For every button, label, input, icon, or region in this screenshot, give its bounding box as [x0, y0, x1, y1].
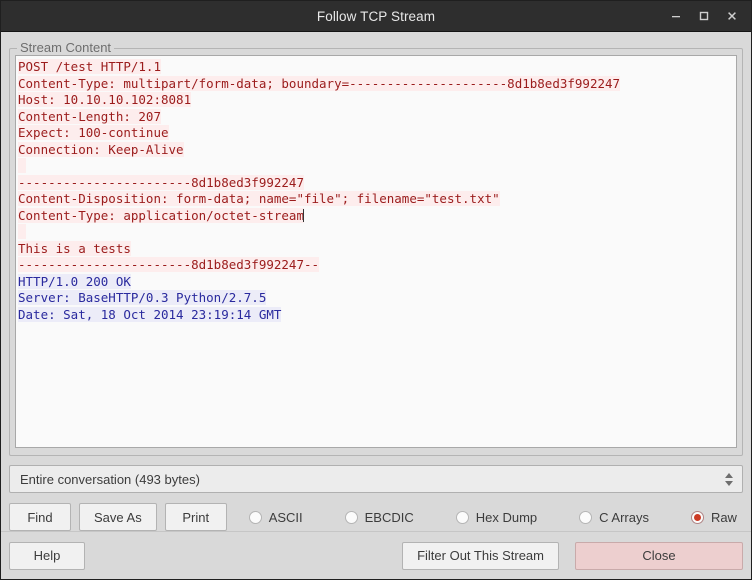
- stream-line-text: Connection: Keep-Alive: [18, 141, 184, 157]
- radio-circle-icon: [344, 510, 358, 524]
- stream-line-text: [18, 224, 26, 239]
- help-button[interactable]: Help: [9, 541, 85, 570]
- radio-label: ASCII: [268, 509, 303, 525]
- stream-line: Server: BaseHTTP/0.3 Python/2.7.5: [18, 290, 736, 307]
- stream-line: -----------------------8d1b8ed3f992247: [18, 174, 736, 192]
- stream-line: This is a tests: [18, 240, 736, 258]
- radio-label: Raw: [710, 509, 737, 525]
- stream-line: Content-Disposition: form-data; name="fi…: [18, 191, 736, 208]
- stream-line-text: Content-Type: application/octet-stream: [18, 207, 304, 223]
- stream-line: Date: Sat, 18 Oct 2014 23:19:14 GMT: [18, 306, 736, 324]
- follow-tcp-stream-dialog: Follow TCP Stream Stream Content POST /t…: [0, 0, 752, 580]
- dialog-body: Stream Content POST /test HTTP/1.1 Conten…: [1, 32, 751, 531]
- stream-line-text: Content-Disposition: form-data; name="fi…: [18, 191, 500, 206]
- stream-line-text: Expect: 100-continue: [18, 125, 169, 140]
- stream-line-text: This is a tests: [18, 240, 131, 256]
- stream-line: -----------------------8d1b8ed3f992247--: [18, 257, 736, 274]
- close-icon: [728, 12, 736, 20]
- chevron-down-icon: [725, 480, 733, 486]
- save-as-button[interactable]: Save As: [79, 503, 157, 531]
- radio-circle-icon: [579, 510, 593, 524]
- radio-label: Hex Dump: [475, 509, 538, 525]
- format-radio-group: ASCII EBCDIC Hex Dump C Arrays Raw: [248, 509, 743, 525]
- window-controls: [663, 1, 745, 31]
- text-cursor: [302, 208, 304, 222]
- stream-line: [18, 158, 736, 175]
- radio-dot-icon: [693, 513, 701, 521]
- chevron-up-icon: [725, 472, 733, 478]
- stream-line: Host: 10.10.10.102:8081: [18, 92, 736, 109]
- stream-text: POST /test HTTP/1.1 Content-Type: multipa…: [18, 59, 736, 323]
- stream-line: POST /test HTTP/1.1: [18, 59, 736, 76]
- spin-arrows[interactable]: [718, 472, 740, 486]
- stream-line: Content-Type: application/octet-stream: [18, 207, 736, 225]
- action-row: Find Save As Print ASCII EBCDIC Hex Dump C …: [9, 493, 743, 531]
- stream-line-text: -----------------------8d1b8ed3f992247: [18, 174, 304, 190]
- stream-line-text: HTTP/1.0 200 OK: [18, 273, 131, 289]
- conversation-select[interactable]: Entire conversation (493 bytes): [9, 465, 743, 493]
- stream-line-text: Date: Sat, 18 Oct 2014 23:19:14 GMT: [18, 306, 282, 322]
- stream-line: [18, 224, 736, 241]
- close-dialog-button[interactable]: Close: [575, 541, 743, 570]
- conversation-select-row: Entire conversation (493 bytes): [9, 456, 743, 493]
- radio-circle-icon: [455, 510, 469, 524]
- stream-line-text: [18, 158, 26, 173]
- find-button[interactable]: Find: [9, 503, 71, 531]
- conversation-select-value: Entire conversation (493 bytes): [20, 471, 200, 487]
- stream-line-text: Content-Type: multipart/form-data; bound…: [18, 75, 621, 91]
- minimize-button[interactable]: [663, 4, 689, 28]
- radio-c-arrays[interactable]: C Arrays: [579, 510, 649, 525]
- stream-line-text: Host: 10.10.10.102:8081: [18, 92, 192, 107]
- radio-hex-dump[interactable]: Hex Dump: [455, 509, 538, 525]
- stream-line-text: POST /test HTTP/1.1: [18, 59, 161, 74]
- stream-line: Content-Type: multipart/form-data; bound…: [18, 75, 736, 93]
- maximize-button[interactable]: [691, 4, 717, 28]
- radio-label: C Arrays: [599, 509, 649, 525]
- stream-line-text: -----------------------8d1b8ed3f992247--: [18, 257, 320, 272]
- filter-out-this-stream-button[interactable]: Filter Out This Stream: [402, 541, 559, 570]
- radio-raw[interactable]: Raw: [690, 509, 737, 525]
- stream-line-text: Server: BaseHTTP/0.3 Python/2.7.5: [18, 290, 267, 305]
- stream-line: Connection: Keep-Alive: [18, 141, 736, 159]
- radio-ascii[interactable]: ASCII: [248, 509, 303, 525]
- minimize-icon: [672, 16, 680, 18]
- window-title: Follow TCP Stream: [316, 8, 436, 24]
- close-button[interactable]: [719, 4, 745, 28]
- radio-circle-icon: [248, 510, 262, 524]
- radio-label: EBCDIC: [364, 509, 414, 525]
- radio-circle-icon: [690, 510, 704, 524]
- stream-line: Content-Length: 207: [18, 108, 736, 126]
- stream-line-text: Content-Length: 207: [18, 108, 161, 124]
- stream-line: HTTP/1.0 200 OK: [18, 273, 736, 291]
- stream-content-label: Stream Content: [17, 40, 115, 55]
- dialog-footer: Help Filter Out This Stream Close: [1, 531, 751, 579]
- stream-content-textarea[interactable]: POST /test HTTP/1.1 Content-Type: multipa…: [15, 55, 737, 448]
- stream-content-group: Stream Content POST /test HTTP/1.1 Conten…: [9, 40, 743, 456]
- title-bar: Follow TCP Stream: [1, 1, 751, 32]
- stream-line: Expect: 100-continue: [18, 125, 736, 142]
- maximize-icon: [699, 11, 709, 21]
- print-button[interactable]: Print: [164, 503, 227, 531]
- radio-ebcdic[interactable]: EBCDIC: [344, 509, 414, 525]
